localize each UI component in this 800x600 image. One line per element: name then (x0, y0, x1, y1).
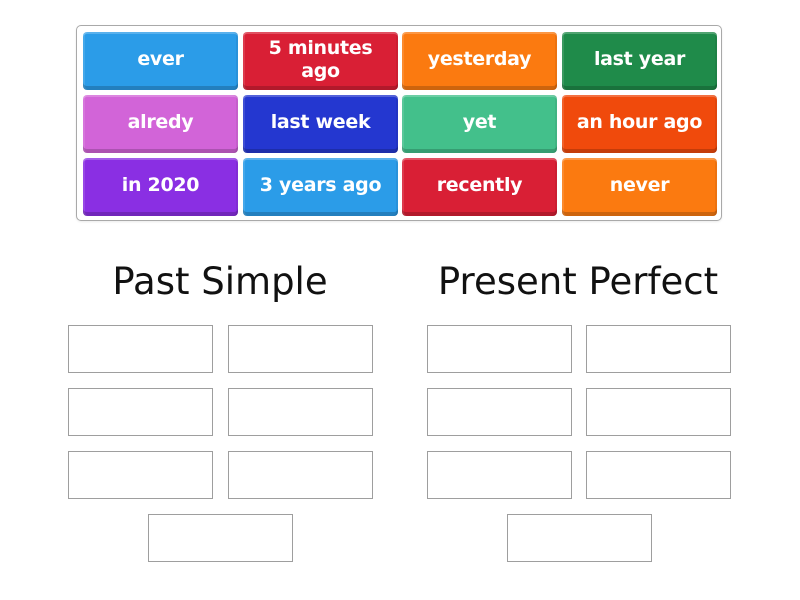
word-tile-label: yesterday (427, 48, 532, 70)
past-simple-drop-slot[interactable] (148, 514, 293, 562)
present-perfect-drop-slot[interactable] (586, 325, 731, 373)
word-tile-label: last week (270, 111, 371, 133)
past-simple-drop-slot[interactable] (228, 325, 373, 373)
word-tile[interactable]: 3 years ago (243, 158, 398, 216)
past-simple-drop-slot[interactable] (68, 388, 213, 436)
present-perfect-drop-slot[interactable] (427, 388, 572, 436)
word-tile-label: never (609, 174, 670, 196)
word-tile-label: in 2020 (121, 174, 200, 196)
word-tile[interactable]: last year (562, 32, 717, 90)
present-perfect-drop-slot[interactable] (427, 451, 572, 499)
word-tile-label: an hour ago (576, 111, 703, 133)
word-tile-label: ever (137, 48, 184, 70)
past-simple-drop-slot[interactable] (228, 451, 373, 499)
group-title-past-simple: Past Simple (112, 260, 328, 303)
word-tile[interactable]: ever (83, 32, 238, 90)
past-simple-drop-slot[interactable] (68, 451, 213, 499)
word-tile[interactable]: in 2020 (83, 158, 238, 216)
word-tile[interactable]: yesterday (402, 32, 557, 90)
word-tile[interactable]: 5 minutes ago (243, 32, 398, 90)
word-tile-label: yet (462, 111, 497, 133)
word-tile-label: 5 minutes ago (268, 36, 373, 82)
word-tile-label: recently (436, 174, 523, 196)
word-tile[interactable]: last week (243, 95, 398, 153)
present-perfect-drop-slot[interactable] (427, 325, 572, 373)
group-title-present-perfect: Present Perfect (437, 260, 719, 303)
past-simple-drop-slot[interactable] (68, 325, 213, 373)
word-tile[interactable]: alredy (83, 95, 238, 153)
word-tile[interactable]: yet (402, 95, 557, 153)
word-tile-label: alredy (127, 111, 194, 133)
word-tile-label: last year (593, 48, 686, 70)
present-perfect-drop-slot[interactable] (507, 514, 652, 562)
word-tile[interactable]: recently (402, 158, 557, 216)
word-tile[interactable]: an hour ago (562, 95, 717, 153)
present-perfect-drop-slot[interactable] (586, 451, 731, 499)
word-tile-label: 3 years ago (259, 174, 382, 196)
present-perfect-drop-slot[interactable] (586, 388, 731, 436)
word-tile[interactable]: never (562, 158, 717, 216)
past-simple-drop-slot[interactable] (228, 388, 373, 436)
